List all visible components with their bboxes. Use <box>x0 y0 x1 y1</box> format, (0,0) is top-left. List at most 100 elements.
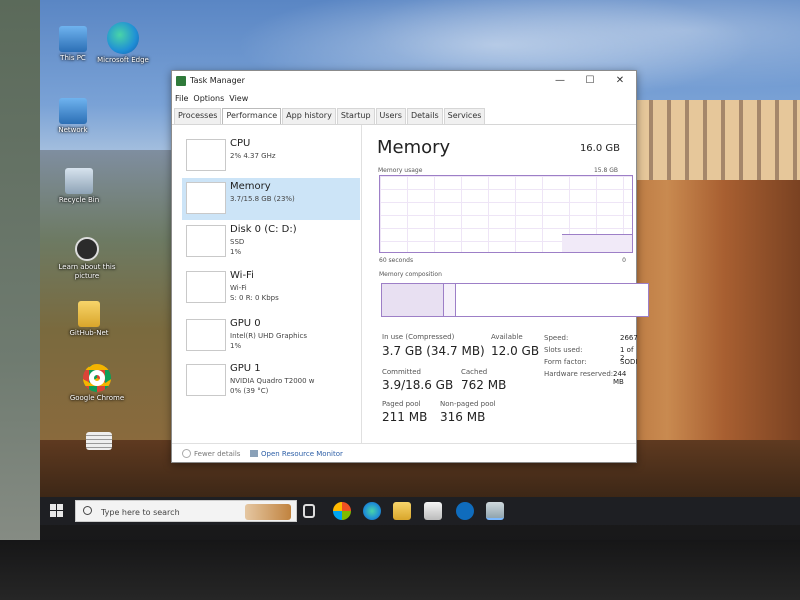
memory-usage-fill <box>562 234 632 252</box>
maximize-button[interactable]: ☐ <box>575 73 605 89</box>
graph-zero-label: 0 <box>622 257 626 264</box>
hardware-reserved-value: 244 MB <box>613 370 627 386</box>
tab-app-history[interactable]: App history <box>282 108 336 124</box>
tab-startup[interactable]: Startup <box>336 108 375 124</box>
tab-details[interactable]: Details <box>406 108 443 124</box>
desktop-icon-chrome[interactable]: Google Chrome <box>64 364 130 403</box>
chrome-icon <box>83 364 111 392</box>
network-icon <box>59 98 87 124</box>
available-value: 12.0 GB <box>491 344 540 358</box>
gpu1-thumbnail-graph <box>186 364 226 396</box>
composition-modified <box>444 284 456 316</box>
tab-users[interactable]: Users <box>375 108 406 124</box>
document-icon <box>86 432 112 450</box>
nonpaged-pool-value: 316 MB <box>440 410 486 424</box>
copilot-icon[interactable] <box>333 502 351 520</box>
tab-services[interactable]: Services <box>443 108 486 124</box>
camera-icon <box>75 237 99 261</box>
fewer-details-button[interactable]: Fewer details <box>194 450 240 458</box>
background-left <box>0 0 40 600</box>
window-title: Task Manager <box>190 76 245 85</box>
memory-thumbnail-graph <box>186 182 226 214</box>
resource-item-gpu1[interactable]: GPU 1 NVIDIA Quadro T2000 w 0% (39 °C) <box>182 360 360 402</box>
menu-view[interactable]: View <box>229 94 248 103</box>
cpu-thumbnail-graph <box>186 139 226 171</box>
chevron-up-icon[interactable] <box>182 449 191 458</box>
in-use-label: In use (Compressed) <box>382 333 455 341</box>
menu-file[interactable]: File <box>175 94 188 103</box>
resource-item-cpu[interactable]: CPU 2% 4.37 GHz <box>182 135 360 177</box>
tab-performance[interactable]: Performance <box>222 108 282 124</box>
task-manager-window: Task Manager — ☐ ✕ File Options View Proce… <box>171 70 649 463</box>
resource-item-wifi[interactable]: Wi-Fi Wi-Fi S: 0 R: 0 Kbps <box>182 267 360 309</box>
hardware-reserved-label: Hardware reserved: <box>544 370 614 378</box>
open-resource-monitor-link[interactable]: Open Resource Monitor <box>261 450 343 458</box>
resource-item-memory[interactable]: Memory 3.7/15.8 GB (23%) <box>182 178 360 220</box>
search-placeholder: Type here to search <box>101 508 180 517</box>
folder-icon <box>78 301 100 327</box>
form-factor-value: SODI <box>620 358 638 366</box>
desktop-icon-network[interactable]: Network <box>40 98 106 135</box>
task-manager-taskbar-icon[interactable] <box>486 502 504 520</box>
nonpaged-pool-label: Non-paged pool <box>440 400 496 408</box>
menu-options[interactable]: Options <box>193 94 224 103</box>
cached-value: 762 MB <box>461 378 507 392</box>
edge-icon <box>107 22 139 54</box>
composition-in-use <box>382 284 444 316</box>
speed-value: 2667 <box>620 334 638 342</box>
desktop-icon-recycle-bin[interactable]: Recycle Bin <box>46 168 112 205</box>
wallpaper-building <box>635 100 800 180</box>
desktop-icon-folder[interactable]: GitHub-Net <box>56 301 122 338</box>
graph-time-label: 60 seconds <box>379 257 414 264</box>
resource-monitor-icon <box>250 450 258 457</box>
wifi-thumbnail-graph <box>186 271 226 303</box>
desktop-icon-edge[interactable]: Microsoft Edge <box>90 22 156 65</box>
minimize-button[interactable]: — <box>545 73 575 89</box>
task-manager-icon <box>176 76 186 86</box>
memory-composition-bar <box>381 283 649 317</box>
taskbar: Type here to search <box>40 497 800 525</box>
store-icon[interactable] <box>424 502 442 520</box>
paged-pool-value: 211 MB <box>382 410 428 424</box>
file-explorer-icon[interactable] <box>393 502 411 520</box>
committed-label: Committed <box>382 368 421 376</box>
recycle-bin-icon <box>65 168 93 194</box>
gpu0-thumbnail-graph <box>186 319 226 351</box>
desktop-screen: This PC Microsoft Edge Network Recycle B… <box>40 0 800 525</box>
slots-label: Slots used: <box>544 346 583 354</box>
resource-item-disk[interactable]: Disk 0 (C: D:) SSD 1% <box>182 221 360 263</box>
performance-panel: CPU 2% 4.37 GHz Memory 3.7/15.8 GB (23%)… <box>172 124 649 443</box>
search-icon <box>83 506 92 515</box>
resource-list: CPU 2% 4.37 GHz Memory 3.7/15.8 GB (23%)… <box>172 125 362 443</box>
close-button[interactable]: ✕ <box>605 73 635 89</box>
title-bar[interactable]: Task Manager — ☐ ✕ <box>172 71 636 91</box>
windows-start-button[interactable] <box>50 504 64 518</box>
computer-icon <box>59 26 87 52</box>
available-label: Available <box>491 333 523 341</box>
memory-usage-graph <box>379 175 633 253</box>
memory-total: 16.0 GB <box>579 143 620 154</box>
resource-item-gpu0[interactable]: GPU 0 Intel(R) UHD Graphics 1% <box>182 315 360 357</box>
outlook-icon[interactable] <box>456 502 474 520</box>
taskbar-search-box[interactable]: Type here to search <box>75 500 297 522</box>
paged-pool-label: Paged pool <box>382 400 421 408</box>
cached-label: Cached <box>461 368 488 376</box>
footer-bar: Fewer details Open Resource Monitor <box>172 443 636 463</box>
tab-processes[interactable]: Processes <box>174 108 222 124</box>
speed-label: Speed: <box>544 334 569 342</box>
search-highlight-icon <box>245 504 291 520</box>
memory-composition-label: Memory composition <box>379 271 442 278</box>
laptop-bottom-bezel <box>0 540 800 600</box>
memory-detail-panel: Memory 16.0 GB Memory usage 15.8 GB 60 s… <box>364 125 649 443</box>
disk-thumbnail-graph <box>186 225 226 257</box>
form-factor-label: Form factor: <box>544 358 587 366</box>
memory-usage-label: Memory usage <box>378 167 423 174</box>
task-view-icon[interactable] <box>303 504 315 518</box>
edge-taskbar-icon[interactable] <box>363 502 381 520</box>
tab-strip: Processes Performance App history Startu… <box>174 108 486 124</box>
desktop-icon-learn-picture[interactable]: Learn about this picture <box>54 237 120 281</box>
desktop-icon-document[interactable] <box>66 432 132 452</box>
menu-bar: File Options View <box>172 94 250 106</box>
memory-usage-max: 15.8 GB <box>593 167 618 174</box>
memory-heading: Memory <box>377 137 451 158</box>
